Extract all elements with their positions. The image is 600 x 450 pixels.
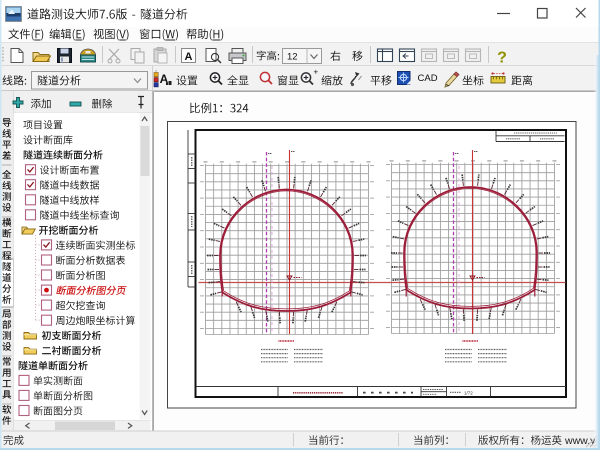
svg-text:A: A xyxy=(185,51,193,63)
svg-text:+: + xyxy=(314,68,319,77)
svg-text:12: 12 xyxy=(287,52,298,63)
svg-text:1/72: 1/72 xyxy=(464,391,473,396)
svg-text:?: ? xyxy=(497,50,507,67)
svg-text:CAD: CAD xyxy=(418,73,438,84)
